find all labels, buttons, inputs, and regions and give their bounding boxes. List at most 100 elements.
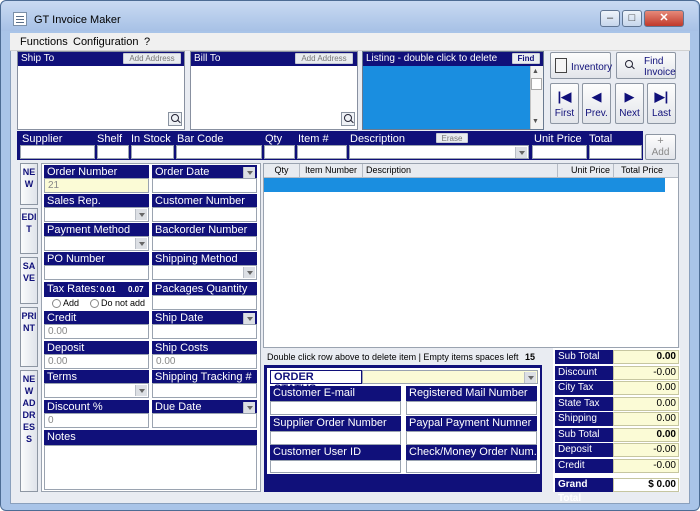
menu-functions[interactable]: Functions [20, 36, 68, 48]
minimize-button[interactable]: – [600, 10, 620, 27]
next-button[interactable]: ▶ Next [615, 83, 644, 124]
order-status-label: ORDER STATUS: [270, 370, 362, 395]
deposit-total-value: -0.00 [613, 443, 679, 457]
new-address-button[interactable]: NEW ADDRESS [20, 370, 38, 492]
scroll-up-icon[interactable]: ▲ [532, 68, 539, 75]
bar-code-input[interactable] [176, 145, 262, 159]
tax-options: Add Do not add [44, 297, 149, 311]
item-number-input[interactable] [297, 145, 347, 159]
listing-find-button[interactable]: Find [512, 53, 540, 64]
ship-to-add-address-button[interactable]: Add Address [123, 53, 181, 64]
packages-quantity-input[interactable] [152, 295, 257, 310]
paypal-payment-input[interactable] [406, 431, 537, 445]
table-row-selected[interactable] [264, 178, 665, 192]
backorder-number-input[interactable] [152, 236, 257, 251]
order-status-select[interactable] [362, 370, 538, 384]
chevron-down-icon[interactable] [524, 372, 536, 383]
tax-add-radio[interactable] [52, 299, 61, 308]
total-input[interactable] [589, 145, 642, 159]
chevron-down-icon[interactable] [243, 267, 255, 278]
in-stock-label: In Stock [131, 133, 171, 145]
ship-costs-input[interactable]: 0.00 [152, 354, 257, 369]
customer-number-input[interactable] [152, 207, 257, 222]
col-item-number[interactable]: Item Number [300, 164, 363, 177]
order-date-dropdown-icon[interactable] [243, 167, 255, 178]
next-label: Next [619, 108, 640, 119]
due-date-input[interactable] [152, 413, 257, 428]
scroll-thumb[interactable] [531, 78, 542, 90]
menu-help[interactable]: ? [144, 36, 150, 48]
col-description[interactable]: Description [364, 164, 558, 177]
due-date-dropdown-icon[interactable] [243, 402, 255, 413]
close-button[interactable]: ✕ [644, 10, 684, 27]
supplier-input[interactable] [20, 145, 95, 159]
first-button[interactable]: |◀ First [550, 83, 579, 124]
last-label: Last [652, 108, 671, 119]
ship-to-search-icon[interactable] [168, 112, 182, 126]
chevron-down-icon[interactable] [135, 385, 147, 396]
bill-to-label: Bill To [194, 53, 221, 64]
col-qty[interactable]: Qty [264, 164, 300, 177]
notes-textarea[interactable] [44, 445, 257, 490]
chevron-down-icon[interactable] [135, 209, 147, 220]
terms-select[interactable] [44, 383, 149, 398]
shelf-input[interactable] [97, 145, 129, 159]
in-stock-input[interactable] [131, 145, 174, 159]
col-unit-price[interactable]: Unit Price [559, 164, 614, 177]
add-item-button[interactable]: + Add [645, 134, 676, 160]
app-icon [13, 12, 27, 26]
check-money-order-input[interactable] [406, 460, 537, 473]
chevron-down-icon[interactable] [515, 147, 527, 158]
sales-rep-select[interactable] [44, 207, 149, 222]
new-button[interactable]: NEW [20, 163, 38, 205]
tax-do-not-add-radio[interactable] [90, 299, 99, 308]
deposit-input[interactable]: 0.00 [44, 354, 149, 369]
shipping-tracking-input[interactable] [152, 383, 257, 398]
discount-input[interactable]: 0 [44, 413, 149, 428]
items-info-text: Double click row above to delete item | … [267, 352, 519, 362]
inventory-button[interactable]: Inventory [550, 52, 612, 79]
paypal-payment-label: Paypal Payment Numner [406, 416, 537, 432]
edit-button[interactable]: EDIT [20, 208, 38, 254]
prev-icon: ◀ [591, 89, 602, 104]
print-button[interactable]: PRINT [20, 307, 38, 367]
subtotal-label: Sub Total [555, 350, 613, 364]
last-button[interactable]: ▶| Last [647, 83, 676, 124]
chevron-down-icon[interactable] [135, 238, 147, 249]
col-total-price[interactable]: Total Price [615, 164, 665, 177]
save-button[interactable]: SAVE [20, 257, 38, 304]
grand-total-label: Grand Total [555, 478, 613, 504]
ship-date-input[interactable] [152, 324, 257, 339]
state-tax-value: 0.00 [613, 397, 679, 411]
check-money-order-label: Check/Money Order Num. [406, 445, 537, 461]
ship-date-dropdown-icon[interactable] [243, 313, 255, 324]
unit-price-input[interactable] [532, 145, 587, 159]
bill-to-search-icon[interactable] [341, 112, 355, 126]
bill-to-add-address-button[interactable]: Add Address [295, 53, 353, 64]
deposit-total-label: Deposit [555, 443, 613, 457]
discount-total-label: Discount [555, 366, 613, 380]
customer-email-input[interactable] [270, 401, 401, 415]
registered-mail-input[interactable] [406, 401, 537, 415]
credit-input[interactable]: 0.00 [44, 324, 149, 339]
po-number-input[interactable] [44, 265, 149, 280]
supplier-order-input[interactable] [270, 431, 401, 445]
order-number-input[interactable]: 21 [44, 178, 149, 193]
qty-input[interactable] [264, 145, 295, 159]
maximize-button[interactable]: □ [622, 10, 642, 27]
customer-user-id-input[interactable] [270, 460, 401, 473]
payment-method-select[interactable] [44, 236, 149, 251]
shipping-method-select[interactable] [152, 265, 257, 280]
find-invoice-button[interactable]: Find Invoice [616, 52, 676, 79]
description-input[interactable] [349, 145, 529, 159]
order-date-input[interactable] [152, 178, 257, 193]
ship-to-label: Ship To [21, 53, 55, 64]
erase-button[interactable]: Erase [436, 133, 468, 143]
credit-total-label: Credit [555, 459, 613, 473]
scroll-down-icon[interactable]: ▼ [532, 118, 539, 125]
tax-do-not-add-label: Do not add [101, 298, 146, 308]
prev-button[interactable]: ◀ Prev. [582, 83, 611, 124]
subtotal-value: 0.00 [613, 350, 679, 364]
menu-configuration[interactable]: Configuration [73, 36, 138, 48]
subtotal-2-value: 0.00 [613, 428, 679, 442]
